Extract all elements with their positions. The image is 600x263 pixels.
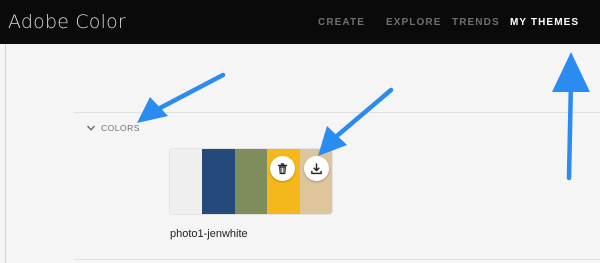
- annotation-arrow-download: [318, 87, 394, 156]
- annotation-arrows: [137, 52, 590, 181]
- annotation-arrow-colors: [137, 72, 226, 123]
- annotation-arrow-my-themes: [552, 52, 590, 181]
